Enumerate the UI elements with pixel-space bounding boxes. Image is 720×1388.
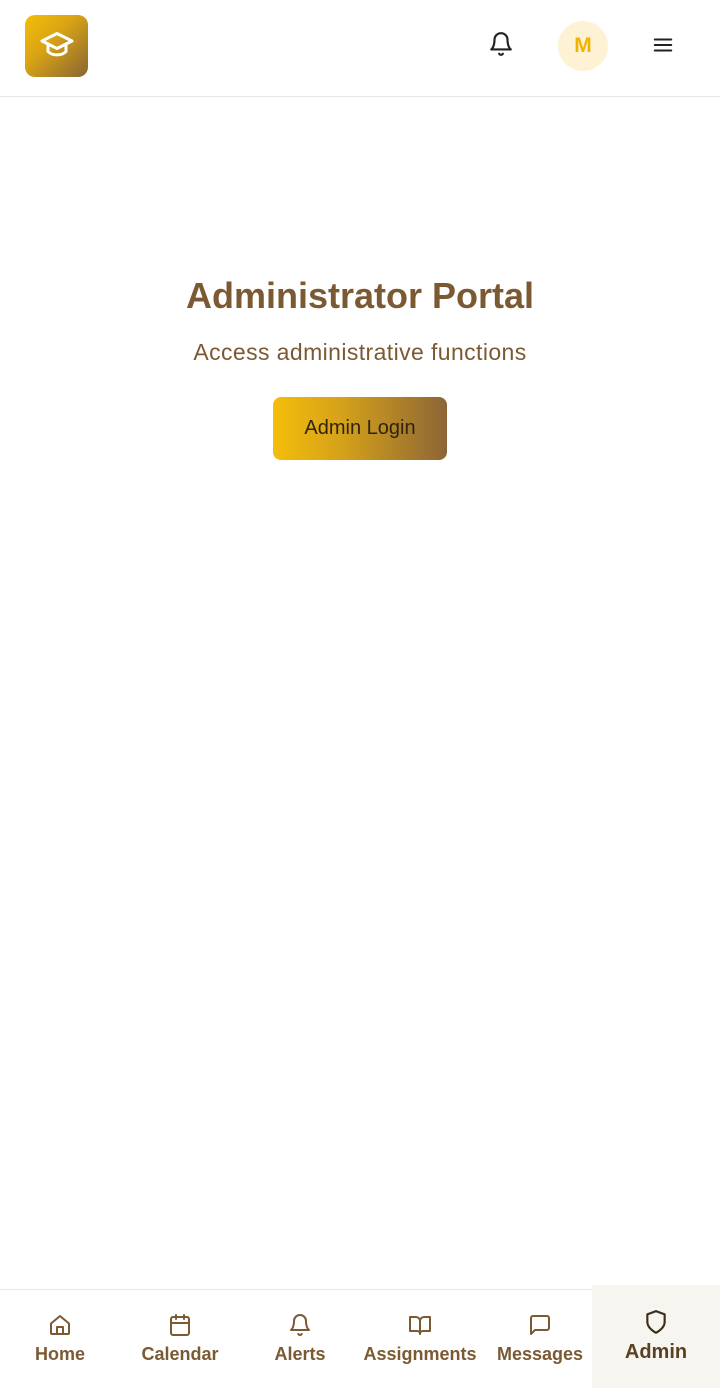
nav-item-assignments[interactable]: Assignments — [360, 1290, 480, 1388]
graduation-cap-icon — [39, 26, 75, 67]
nav-item-alerts[interactable]: Alerts — [240, 1290, 360, 1388]
bottom-nav: Home Calendar Alerts Assignments Message… — [0, 1285, 720, 1388]
admin-login-button[interactable]: Admin Login — [273, 397, 447, 460]
page-subtitle: Access administrative functions — [193, 339, 527, 365]
nav-item-admin[interactable]: Admin — [592, 1285, 720, 1388]
nav-label-messages: Messages — [496, 1344, 584, 1364]
top-header: M — [0, 0, 720, 97]
nav-label-home: Home — [34, 1344, 85, 1364]
nav-label-calendar: Calendar — [141, 1344, 219, 1364]
nav-label-alerts: Alerts — [274, 1344, 326, 1364]
nav-item-home[interactable]: Home — [0, 1290, 120, 1388]
nav-label-admin: Admin — [624, 1341, 688, 1363]
nav-item-messages[interactable]: Messages — [480, 1290, 600, 1388]
main-content: Administrator Portal Access administrati… — [0, 97, 720, 1289]
hamburger-menu-icon — [652, 34, 674, 61]
page-title: Administrator Portal — [185, 275, 535, 316]
home-icon — [47, 1312, 73, 1338]
book-open-icon — [407, 1312, 433, 1338]
avatar-initial: M — [574, 34, 592, 57]
nav-item-calendar[interactable]: Calendar — [120, 1290, 240, 1388]
notifications-button[interactable] — [486, 31, 516, 61]
app-logo[interactable] — [25, 15, 88, 77]
user-avatar[interactable]: M — [558, 21, 608, 71]
bell-icon — [488, 31, 514, 62]
bell-icon — [287, 1312, 313, 1338]
menu-button[interactable] — [650, 34, 676, 60]
app-page: M Administrator Portal Access administra… — [0, 0, 720, 1388]
shield-icon — [643, 1309, 669, 1335]
calendar-icon — [167, 1312, 193, 1338]
message-square-icon — [527, 1312, 553, 1338]
nav-label-assignments: Assignments — [363, 1344, 477, 1364]
